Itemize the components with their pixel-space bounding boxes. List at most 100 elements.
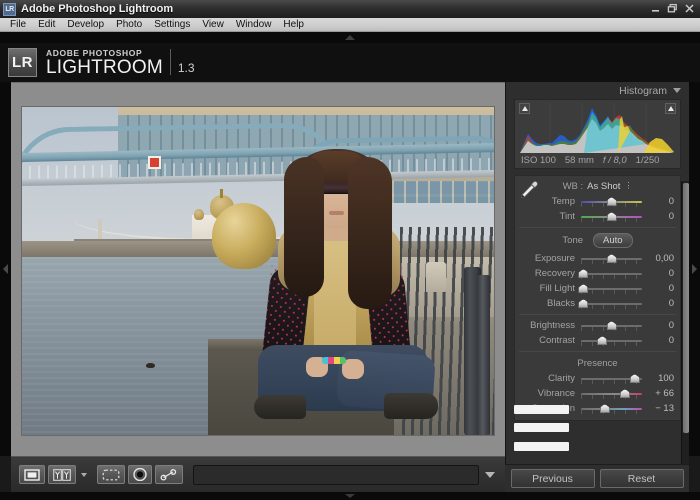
left-panel-toggle-strip[interactable] [0,82,11,456]
loupe-view-button[interactable] [19,465,45,484]
menu-bar: File Edit Develop Photo Settings View Wi… [0,18,700,32]
restore-button[interactable] [666,2,679,15]
slider-handle-exposure[interactable] [607,254,617,263]
exif-iso: ISO 100 [521,155,556,166]
histogram-display[interactable]: ISO 100 58 mm f / 8,0 1/250 [514,99,681,169]
slider-label-blacks[interactable]: Blacks [517,298,581,309]
view-mode-chevron-down-icon[interactable] [81,473,87,477]
slider-track-fill-light[interactable] [581,283,642,294]
slider-value-blacks: 0 [642,298,676,309]
slider-row-clarity[interactable]: Clarity 100 [515,371,680,386]
slider-track-recovery[interactable] [581,268,642,279]
right-panel-scrollbar[interactable] [681,181,689,492]
slider-track-saturation[interactable] [581,403,642,414]
menu-item-view[interactable]: View [196,18,230,31]
crop-overlay-button[interactable] [97,465,125,484]
spot-removal-button[interactable] [128,465,152,484]
slider-value-contrast: 0 [642,335,676,346]
menu-item-develop[interactable]: Develop [61,18,110,31]
slider-label-recovery[interactable]: Recovery [517,268,581,279]
photo-brass-ball [212,203,276,269]
slider-track-tint[interactable] [581,211,642,222]
menu-item-edit[interactable]: Edit [32,18,61,31]
slider-handle-vibrance[interactable] [620,389,630,398]
reset-button[interactable]: Reset [600,469,684,488]
menu-item-help[interactable]: Help [277,18,310,31]
histogram-curve [518,103,678,153]
menu-item-window[interactable]: Window [230,18,278,31]
close-button[interactable] [683,2,696,15]
chevron-down-icon[interactable] [673,88,681,93]
lightroom-window: LR Adobe Photoshop Lightroom File Edit D… [0,0,700,500]
slider-track-blacks[interactable] [581,298,642,309]
minimize-button[interactable] [649,2,662,15]
slider-track-vibrance[interactable] [581,388,642,399]
slider-row-temp[interactable]: Temp 0 [515,194,680,209]
before-after-view-button[interactable] [48,465,76,484]
photo-sunglasses-bridge [333,183,340,186]
slider-track-temp[interactable] [581,196,642,207]
slider-row-recovery[interactable]: Recovery 0 [515,266,680,281]
photo-post-back [478,275,490,435]
filmstrip-toggle-strip[interactable] [0,492,700,500]
previous-button[interactable]: Previous [511,469,595,488]
toolbar-chevron-down-icon[interactable] [485,472,495,478]
photo-duck [146,363,155,368]
slider-row-fill-light[interactable]: Fill Light 0 [515,281,680,296]
toolbar-info-field[interactable] [193,465,479,485]
slider-row-tint[interactable]: Tint 0 [515,209,680,224]
menu-item-photo[interactable]: Photo [110,18,148,31]
exif-focal: 58 mm [565,155,594,166]
identity-plate[interactable]: LR ADOBE PHOTOSHOP LIGHTROOM 1.3 [8,48,195,77]
slider-track-clarity[interactable] [581,373,642,384]
red-eye-correction-button[interactable] [155,465,183,484]
slider-label-clarity[interactable]: Clarity [517,373,581,384]
slider-handle-contrast[interactable] [597,336,607,345]
identity-line-2: LIGHTROOM [46,59,163,76]
collapse-filmstrip-icon[interactable] [345,494,355,498]
white-balance-eyedropper-icon[interactable] [519,180,539,200]
slider-row-exposure[interactable]: Exposure 0,00 [515,251,680,266]
before-after-view-icon [53,469,71,481]
basic-panel: WB : As Shot ⋮ Temp 0 Tint 0 [514,175,681,421]
menu-item-settings[interactable]: Settings [148,18,196,31]
slider-label-tint[interactable]: Tint [517,211,581,222]
slider-handle-clarity[interactable] [630,374,640,383]
slider-value-recovery: 0 [642,268,676,279]
collapse-top-panel-icon[interactable] [345,35,355,40]
slider-label-fill-light[interactable]: Fill Light [517,283,581,294]
menu-item-file[interactable]: File [4,18,32,31]
highlight-block-1 [514,405,569,414]
photo-exif-info: ISO 100 58 mm f / 8,0 1/250 [515,155,680,166]
stepper-icon[interactable]: ⋮ [624,182,632,190]
auto-tone-button[interactable]: Auto [593,233,633,248]
right-panel-toggle-strip[interactable] [689,82,700,456]
slider-label-vibrance[interactable]: Vibrance [517,388,581,399]
spot-removal-icon [133,468,147,481]
slider-row-brightness[interactable]: Brightness 0 [515,318,680,333]
slider-row-contrast[interactable]: Contrast 0 [515,333,680,348]
identity-divider [170,49,171,75]
presence-label: Presence [515,355,680,371]
slider-label-brightness[interactable]: Brightness [517,320,581,331]
slider-track-exposure[interactable] [581,253,642,264]
collapse-left-panel-icon[interactable] [3,264,8,274]
wb-value-dropdown[interactable]: As Shot [587,181,620,192]
slider-row-vibrance[interactable]: Vibrance + 66 [515,386,680,401]
slider-handle-saturation[interactable] [600,404,610,413]
slider-track-contrast[interactable] [581,335,642,346]
slider-row-blacks[interactable]: Blacks 0 [515,296,680,311]
slider-label-exposure[interactable]: Exposure [517,253,581,264]
photo-person-shoe-right [384,393,438,419]
histogram-panel-header[interactable]: Histogram [506,82,689,99]
slider-handle-brightness[interactable] [607,321,617,330]
slider-handle-temp[interactable] [607,197,617,206]
image-canvas-area[interactable] [11,82,505,456]
top-panel-toggle-strip[interactable] [0,32,700,43]
slider-label-contrast[interactable]: Contrast [517,335,581,346]
slider-handle-tint[interactable] [607,212,617,221]
photo-preview[interactable] [22,107,494,435]
slider-track-brightness[interactable] [581,320,642,331]
tools-group [97,465,183,484]
collapse-right-panel-icon[interactable] [692,264,697,274]
